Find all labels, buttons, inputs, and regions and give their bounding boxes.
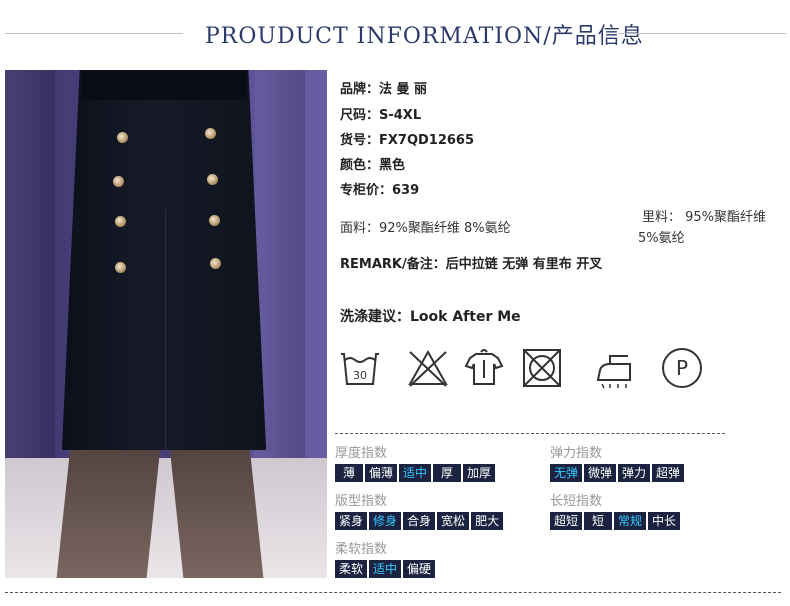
index-option: 弹力 bbox=[618, 464, 651, 482]
lining-field-line1: 里料： 95%聚酯纤维 bbox=[642, 210, 767, 225]
index-option: 偏薄 bbox=[365, 464, 398, 482]
item-number-field: 货号：FX7QD12665 bbox=[340, 133, 475, 148]
price-field: 专柜价：639 bbox=[340, 183, 420, 198]
color-field: 颜色：黑色 bbox=[340, 158, 406, 173]
index-option: 紧身 bbox=[335, 512, 368, 530]
index-option: 薄 bbox=[335, 464, 363, 482]
index-option: 修身 bbox=[369, 512, 402, 530]
header-rule-left bbox=[5, 33, 183, 34]
fit-index: 紧身 修身 合身 宽松 肥大 bbox=[335, 512, 505, 530]
elasticity-index-title: 弹力指数 bbox=[550, 446, 603, 461]
length-index: 超短 短 常规 中长 bbox=[550, 512, 682, 530]
index-option: 宽松 bbox=[437, 512, 470, 530]
index-option: 微弹 bbox=[584, 464, 617, 482]
no-tumble-dry-icon bbox=[520, 346, 564, 390]
dry-clean-p-icon: P bbox=[660, 346, 704, 390]
index-option: 中长 bbox=[648, 512, 681, 530]
index-option: 柔软 bbox=[335, 560, 368, 578]
index-option: 加厚 bbox=[463, 464, 496, 482]
iron-icon bbox=[592, 346, 636, 390]
thickness-index: 薄 偏薄 适中 厚 加厚 bbox=[335, 464, 497, 482]
length-index-title: 长短指数 bbox=[550, 494, 603, 509]
header-rule-right bbox=[618, 33, 786, 34]
index-option: 适中 bbox=[399, 464, 432, 482]
hang-dry-icon bbox=[462, 346, 506, 390]
index-option: 短 bbox=[584, 512, 613, 530]
size-field: 尺码：S-4XL bbox=[340, 108, 422, 123]
index-option: 常规 bbox=[614, 512, 647, 530]
product-photo bbox=[5, 70, 327, 578]
fit-index-title: 版型指数 bbox=[335, 494, 388, 509]
index-option: 无弹 bbox=[550, 464, 583, 482]
lining-field-line2: 5%氨纶 bbox=[638, 231, 685, 246]
remark-field: REMARK/备注：后中拉链 无弹 有里布 开叉 bbox=[340, 257, 603, 272]
index-option: 合身 bbox=[403, 512, 436, 530]
brand-field: 品牌：法 曼 丽 bbox=[340, 82, 428, 97]
index-option: 适中 bbox=[369, 560, 402, 578]
thickness-index-title: 厚度指数 bbox=[335, 446, 388, 461]
index-option: 偏硬 bbox=[403, 560, 436, 578]
svg-text:P: P bbox=[676, 356, 688, 380]
softness-index-title: 柔软指数 bbox=[335, 542, 388, 557]
index-option: 超短 bbox=[550, 512, 583, 530]
care-label: 洗涤建议：Look After Me bbox=[340, 309, 521, 325]
elasticity-index: 无弹 微弹 弹力 超弹 bbox=[550, 464, 686, 482]
bottom-divider bbox=[5, 592, 781, 593]
care-divider bbox=[335, 433, 725, 434]
fabric-field: 面料：92%聚酯纤维 8%氨纶 bbox=[340, 221, 511, 236]
no-bleach-icon bbox=[406, 346, 450, 390]
svg-text:30: 30 bbox=[353, 369, 367, 382]
wash-30-icon: 30 bbox=[338, 346, 382, 390]
softness-index: 柔软 适中 偏硬 bbox=[335, 560, 437, 578]
index-option: 超弹 bbox=[652, 464, 685, 482]
index-option: 厚 bbox=[433, 464, 462, 482]
page-title: PROUDUCT INFORMATION/产品信息 bbox=[205, 24, 644, 49]
index-option: 肥大 bbox=[471, 512, 504, 530]
